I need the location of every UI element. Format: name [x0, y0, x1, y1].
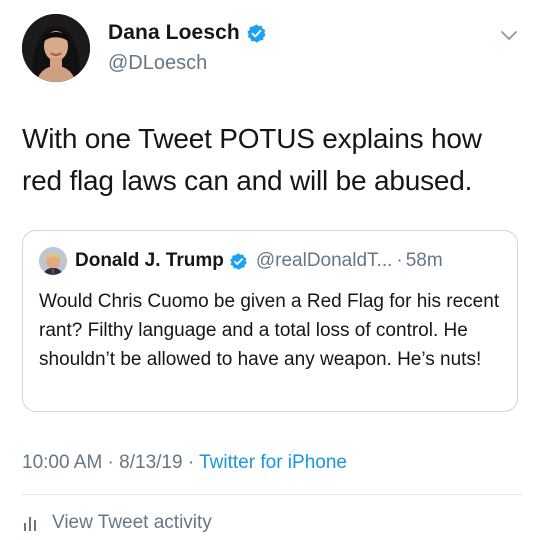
quoted-tweet-text: Would Chris Cuomo be given a Red Flag fo… [39, 291, 500, 370]
quoted-avatar [39, 247, 67, 275]
view-tweet-activity-button[interactable]: View Tweet activity [22, 512, 212, 534]
author-name-row: Dana Loesch [108, 21, 267, 45]
author-handle[interactable]: @DLoesch [108, 52, 207, 75]
quoted-timestamp: 58m [405, 250, 443, 271]
tweet-header: Dana Loesch @DLoesch [22, 14, 522, 84]
view-tweet-activity-label: View Tweet activity [52, 512, 212, 533]
quoted-tweet-header: Donald J. Trump @realDonaldT... · 58m [39, 247, 443, 275]
display-name[interactable]: Dana Loesch [108, 21, 240, 45]
verified-badge-icon [246, 23, 267, 44]
quoted-separator: · [396, 250, 403, 271]
meta-separator: · [182, 452, 200, 473]
meta-separator: · [102, 452, 120, 473]
chevron-down-icon[interactable] [498, 24, 520, 46]
bar-chart-icon [22, 514, 40, 532]
avatar[interactable] [22, 14, 90, 82]
tweet-time: 10:00 AM [22, 452, 103, 473]
verified-badge-icon [229, 252, 248, 271]
tweet-text: With one Tweet POTUS explains how red fl… [22, 123, 482, 196]
quoted-handle: @realDonaldT... [255, 250, 393, 271]
divider [22, 494, 522, 495]
tweet-meta: 10:00 AM · 8/13/19 · Twitter for iPhone [22, 452, 347, 474]
quoted-display-name: Donald J. Trump [75, 250, 224, 271]
tweet-source-link[interactable]: Twitter for iPhone [199, 452, 347, 473]
quoted-tweet-card[interactable]: Donald J. Trump @realDonaldT... · 58m Wo… [22, 230, 518, 412]
tweet-date: 8/13/19 [119, 452, 183, 473]
